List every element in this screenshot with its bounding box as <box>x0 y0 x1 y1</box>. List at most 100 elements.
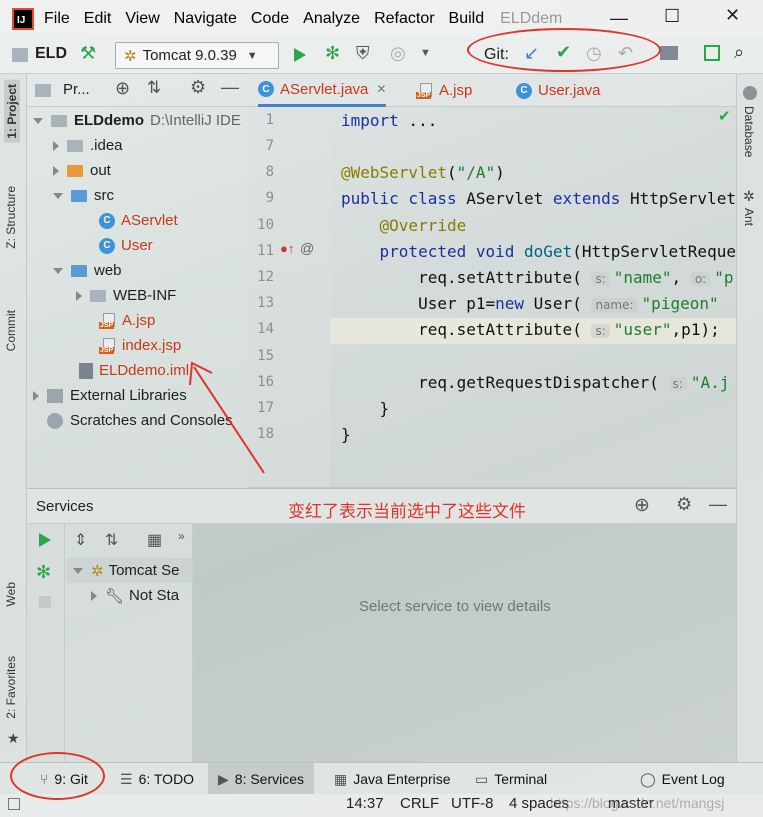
line-number: 13 <box>257 295 274 311</box>
tab-todo[interactable]: ☰ 6: TODO <box>120 763 194 795</box>
code-line: import ... <box>341 111 438 130</box>
tree-item-label: src <box>94 187 114 204</box>
tab-database[interactable]: Database <box>742 106 756 157</box>
search-icon[interactable]: ⌕ <box>734 42 744 63</box>
menu-build[interactable]: Build <box>449 10 485 28</box>
build-hammer-icon[interactable]: ⚒ <box>80 43 96 64</box>
line-number: 12 <box>257 269 274 285</box>
tab-terminal[interactable]: ▭ Terminal <box>475 763 547 795</box>
tab-structure[interactable]: Z: Structure <box>4 186 18 249</box>
menu-edit[interactable]: Edit <box>84 10 112 28</box>
tree-item-aservlet[interactable]: C AServlet <box>99 208 178 233</box>
menu-code[interactable]: Code <box>251 10 289 28</box>
tab-ant[interactable]: Ant <box>742 208 756 226</box>
tab-commit[interactable]: Commit <box>4 310 18 351</box>
line-number: 10 <box>257 217 274 233</box>
tab-event-log[interactable]: ◯ Event Log <box>640 763 725 795</box>
tree-item-external-libraries[interactable]: External Libraries <box>33 383 187 408</box>
service-not-started[interactable]: 🔧︎ Not Sta <box>91 583 179 608</box>
hide-panel-icon[interactable]: — <box>709 494 727 515</box>
maximize-icon[interactable]: ☐ <box>664 6 680 27</box>
tab-java-enterprise[interactable]: ▦ Java Enterprise <box>334 763 451 795</box>
tomcat-icon: ✲ <box>91 562 104 580</box>
coverage-icon[interactable]: ⛨ <box>356 43 370 64</box>
code-line: req.setAttribute( s: "user",p1); <box>341 320 720 339</box>
code-editor[interactable]: ✔ import ... @WebServlet("/A") public cl… <box>330 107 736 487</box>
override-gutter-icon[interactable]: ●↑ <box>280 241 294 256</box>
module-file-icon <box>79 362 93 379</box>
collapse-all-icon[interactable]: ⇅ <box>105 530 118 550</box>
menu-file[interactable]: File <box>44 10 70 28</box>
bottom-tool-bar: ⑂ 9: Git ☰ 6: TODO ▶ 8: Services ▦ Java … <box>0 762 763 795</box>
close-tab-icon[interactable]: ✕ <box>376 82 386 96</box>
stop-service-icon[interactable] <box>39 596 51 608</box>
profiler-icon[interactable]: ◎ <box>390 43 406 64</box>
tree-item-idea[interactable]: .idea <box>53 133 123 158</box>
tree-item-index-jsp[interactable]: JSP index.jsp <box>99 333 181 358</box>
run-service-button[interactable] <box>39 533 51 547</box>
locate-icon[interactable]: ⊕ <box>115 78 130 99</box>
code-line: @WebServlet("/A") <box>341 163 505 182</box>
project-view-select[interactable]: Pr... <box>63 81 90 98</box>
code-line: User p1=new User( name: "pigeon" <box>341 294 719 313</box>
tab-a-jsp[interactable]: JSP A.jsp <box>416 74 472 107</box>
minimize-icon[interactable]: — <box>610 8 628 29</box>
module-folder-icon <box>51 114 67 127</box>
tree-item-iml[interactable]: ELDdemo.iml <box>79 358 189 383</box>
tab-favorites[interactable]: 2: Favorites <box>4 656 18 719</box>
tree-item-out[interactable]: out <box>53 158 111 183</box>
tab-project[interactable]: 1: Project <box>4 80 20 143</box>
expand-all-icon[interactable]: ⇕ <box>74 530 87 550</box>
collapse-all-icon[interactable]: ⇅ <box>147 78 161 98</box>
service-tomcat[interactable]: ✲ Tomcat Se <box>67 558 193 583</box>
tab-user-java[interactable]: C User.java <box>516 74 601 107</box>
code-line: @Override <box>379 216 467 235</box>
debug-service-icon[interactable]: ✻ <box>36 562 51 583</box>
run-anything-icon[interactable] <box>704 45 720 61</box>
debug-bug-icon[interactable]: ✻ <box>325 43 340 64</box>
close-icon[interactable]: ✕ <box>725 5 740 26</box>
web-folder-icon <box>71 264 87 277</box>
settings-gear-icon[interactable]: ⚙ <box>190 77 206 98</box>
list-icon: ☰ <box>120 770 133 787</box>
project-folder-icon <box>12 48 28 62</box>
star-icon: ★ <box>7 730 20 746</box>
menu-refactor[interactable]: Refactor <box>374 10 434 28</box>
tree-item-label: WEB-INF <box>113 287 177 304</box>
tree-item-label: A.jsp <box>122 312 156 329</box>
tree-item-user[interactable]: C User <box>99 233 153 258</box>
more-actions-icon[interactable]: » <box>178 529 185 543</box>
menu-analyze[interactable]: Analyze <box>303 10 360 28</box>
tree-item-a-jsp[interactable]: JSP A.jsp <box>99 308 155 333</box>
expand-arrow-icon <box>53 267 63 274</box>
services-detail: Select service to view details <box>193 524 736 762</box>
library-icon <box>47 388 63 403</box>
menu-view[interactable]: View <box>125 10 159 28</box>
tab-label: Terminal <box>494 771 548 787</box>
locate-icon[interactable]: ⊕ <box>634 494 650 517</box>
tree-item-web[interactable]: web <box>53 258 122 283</box>
settings-gear-icon[interactable]: ⚙ <box>676 494 692 515</box>
tree-item-web-inf[interactable]: WEB-INF <box>76 283 176 308</box>
line-separator[interactable]: CRLF <box>400 795 439 812</box>
project-name[interactable]: ELD <box>35 45 67 63</box>
run-button[interactable] <box>294 48 306 62</box>
group-by-icon[interactable]: ▦ <box>147 530 162 550</box>
layout-toggle-icon[interactable] <box>8 798 20 810</box>
run-config-select[interactable]: ✲ Tomcat 9.0.39 ▼ <box>115 42 279 69</box>
project-structure-icon[interactable] <box>660 46 678 60</box>
tree-item-src[interactable]: src <box>53 183 114 208</box>
more-run-chevron-icon[interactable]: ▼ <box>420 47 431 59</box>
file-encoding[interactable]: UTF-8 <box>451 795 494 812</box>
tab-label: Event Log <box>661 771 725 787</box>
caret-position[interactable]: 14:37 <box>346 795 384 812</box>
tab-web[interactable]: Web <box>4 582 18 606</box>
hide-panel-icon[interactable]: — <box>221 77 239 98</box>
watermark: https://blog.csdn.net/mangsj <box>550 795 725 811</box>
inspection-ok-icon[interactable]: ✔ <box>718 107 731 125</box>
tree-item-elddemo[interactable]: ELDdemo D:\IntelliJ IDE <box>33 108 241 133</box>
class-icon: C <box>99 237 115 254</box>
tab-services[interactable]: ▶ 8: Services <box>208 763 315 795</box>
tab-aservlet-java[interactable]: C AServlet.java ✕ <box>258 74 387 107</box>
menu-navigate[interactable]: Navigate <box>174 10 237 28</box>
